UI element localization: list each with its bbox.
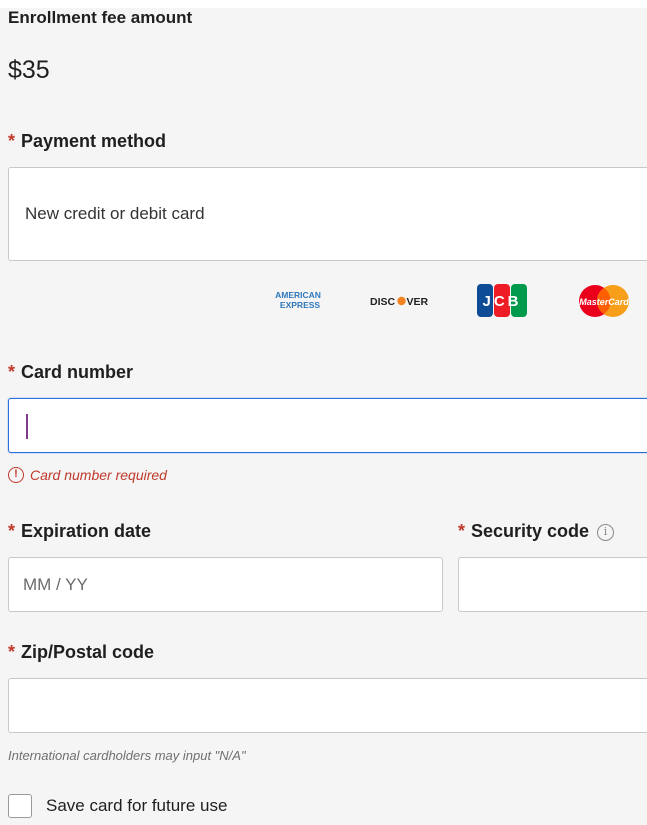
expiration-date-label: * Expiration date bbox=[8, 521, 151, 542]
required-asterisk: * bbox=[8, 362, 16, 382]
error-icon: ! bbox=[8, 467, 24, 483]
mastercard-logo-text: MasterCard bbox=[579, 297, 629, 307]
payment-method-label-text: Payment method bbox=[21, 131, 167, 151]
card-number-error: ! Card number required bbox=[8, 467, 167, 483]
security-code-field bbox=[458, 557, 647, 612]
card-number-input[interactable] bbox=[9, 399, 647, 452]
card-number-label-text: Card number bbox=[21, 362, 134, 382]
save-card-checkbox[interactable] bbox=[8, 794, 32, 818]
expiration-date-field bbox=[8, 557, 443, 612]
jcb-logo-icon: JCB bbox=[476, 283, 529, 318]
expiration-date-input[interactable] bbox=[9, 558, 442, 611]
payment-method-selected-value: New credit or debit card bbox=[25, 204, 205, 223]
required-asterisk: * bbox=[8, 642, 16, 662]
save-card-label: Save card for future use bbox=[46, 796, 228, 815]
discover-logo-text-b: VER bbox=[407, 296, 429, 308]
discover-logo-text-a: DISC bbox=[370, 296, 396, 308]
required-asterisk: * bbox=[8, 521, 16, 541]
zip-code-label-text: Zip/Postal code bbox=[21, 642, 155, 662]
save-card-row[interactable]: Save card for future use bbox=[8, 794, 227, 818]
info-icon[interactable]: i bbox=[597, 524, 615, 541]
enrollment-fee-amount: $35 bbox=[8, 56, 50, 84]
zip-code-hint: International cardholders may input "N/A… bbox=[8, 748, 246, 763]
card-number-label: * Card number bbox=[8, 362, 133, 383]
text-cursor bbox=[26, 414, 28, 439]
card-number-field-wrapper bbox=[8, 398, 647, 453]
discover-logo-icon: DISC VER bbox=[368, 290, 434, 312]
amex-logo-text-2: EXPRESS bbox=[280, 300, 320, 310]
card-number-error-text: Card number required bbox=[30, 467, 167, 483]
required-asterisk: * bbox=[8, 131, 16, 151]
discover-logo-dot bbox=[397, 296, 406, 306]
security-code-label: * Security code i bbox=[458, 521, 615, 542]
security-code-label-text: Security code bbox=[471, 521, 590, 541]
enrollment-fee-label: Enrollment fee amount bbox=[8, 8, 193, 27]
security-code-input[interactable] bbox=[459, 558, 647, 611]
expiration-date-label-text: Expiration date bbox=[21, 521, 152, 541]
required-asterisk: * bbox=[458, 521, 466, 541]
jcb-logo-text: JCB bbox=[482, 293, 521, 310]
payment-method-select[interactable]: New credit or debit card bbox=[8, 167, 647, 261]
zip-code-label: * Zip/Postal code bbox=[8, 642, 154, 663]
payment-method-label: * Payment method bbox=[8, 131, 166, 152]
zip-code-field bbox=[8, 678, 647, 733]
amex-logo-text-1: AMERICAN bbox=[275, 290, 321, 300]
zip-code-input[interactable] bbox=[9, 679, 647, 732]
amex-logo-icon: AMERICAN EXPRESS bbox=[270, 288, 326, 314]
mastercard-logo-icon: MasterCard bbox=[575, 284, 633, 318]
